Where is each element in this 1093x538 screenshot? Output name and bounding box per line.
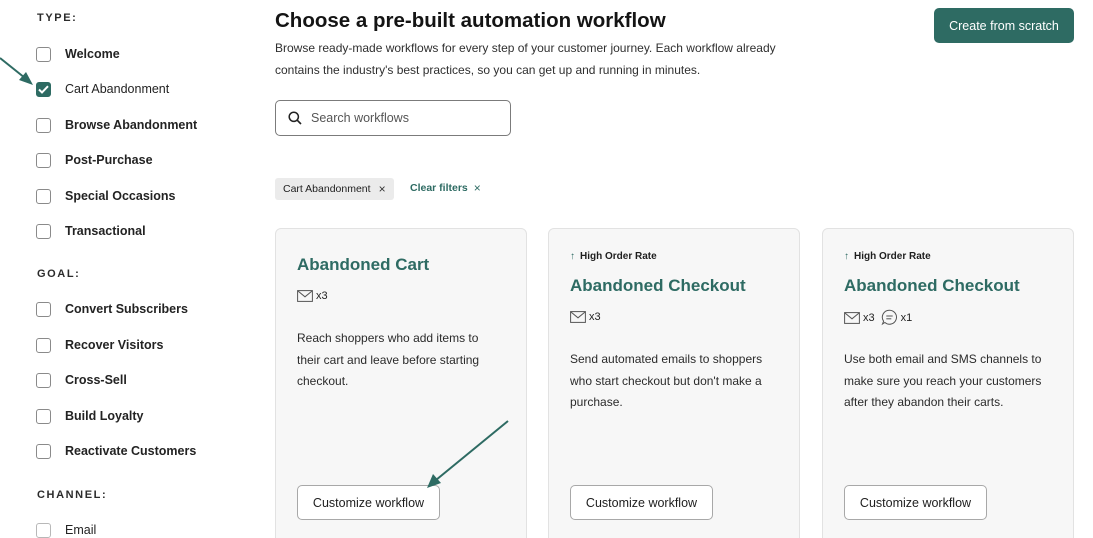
filter-label: Post-Purchase [65, 153, 153, 167]
channel-counts: x3 [570, 311, 607, 323]
filter-label: Transactional [65, 224, 146, 238]
search-icon [288, 111, 302, 125]
card-title: Abandoned Checkout [844, 276, 1020, 295]
sms-count: x1 [881, 309, 913, 326]
checkbox[interactable] [36, 188, 51, 204]
filter-convert-subscribers[interactable]: Convert Subscribers [36, 298, 188, 320]
checkbox[interactable] [36, 337, 51, 353]
channel-heading: CHANNEL: [37, 489, 108, 501]
chip-label: Cart Abandonment [283, 183, 371, 195]
page-title: Choose a pre-built automation workflow [275, 9, 666, 32]
search-box[interactable] [275, 100, 511, 136]
clear-filters-link[interactable]: Clear filters × [410, 181, 481, 195]
checkbox[interactable] [36, 301, 51, 317]
email-count: x3 [844, 312, 875, 324]
arrow-up-icon: ↑ [570, 251, 575, 262]
checkbox[interactable] [36, 443, 51, 459]
high-order-rate-badge: ↑ High Order Rate [570, 251, 657, 262]
checkbox[interactable] [36, 408, 51, 424]
arrow-up-icon: ↑ [844, 251, 849, 262]
clear-filters-label: Clear filters [410, 182, 468, 194]
workflow-card-abandoned-checkout: ↑ High Order Rate Abandoned Checkout x3 … [548, 228, 800, 538]
checkbox[interactable] [36, 372, 51, 388]
filter-recover-visitors[interactable]: Recover Visitors [36, 334, 163, 356]
customize-workflow-button[interactable]: Customize workflow [844, 485, 987, 520]
filter-label: Convert Subscribers [65, 302, 188, 316]
filter-email[interactable]: Email [36, 519, 96, 538]
filter-label: Cross-Sell [65, 373, 127, 387]
filter-label: Welcome [65, 47, 120, 61]
channel-counts: x3 [297, 290, 334, 302]
checkbox[interactable] [36, 46, 51, 62]
filter-build-loyalty[interactable]: Build Loyalty [36, 405, 143, 427]
card-description: Send automated emails to shoppers who st… [570, 352, 763, 409]
filter-post-purchase[interactable]: Post-Purchase [36, 149, 153, 171]
card-title: Abandoned Checkout [570, 276, 746, 295]
filter-browse-abandonment[interactable]: Browse Abandonment [36, 114, 197, 136]
card-title: Abandoned Cart [297, 255, 430, 274]
card-description: Use both email and SMS channels to make … [844, 352, 1042, 409]
filter-special-occasions[interactable]: Special Occasions [36, 185, 175, 207]
filter-label: Cart Abandonment [65, 82, 170, 96]
high-order-rate-badge: ↑ High Order Rate [844, 251, 931, 262]
type-heading: TYPE: [37, 12, 78, 24]
workflow-card-abandoned-checkout-sms: ↑ High Order Rate Abandoned Checkout x3 … [822, 228, 1074, 538]
badge-label: High Order Rate [854, 251, 931, 262]
email-count-label: x3 [863, 311, 875, 324]
email-icon [297, 290, 313, 302]
checkbox[interactable] [36, 152, 51, 168]
customize-workflow-button[interactable]: Customize workflow [570, 485, 713, 520]
create-from-scratch-button[interactable]: Create from scratch [934, 8, 1074, 43]
filter-welcome[interactable]: Welcome [36, 43, 120, 65]
check-icon [38, 85, 49, 94]
clear-filters-icon: × [473, 181, 481, 195]
filter-label: Special Occasions [65, 189, 176, 203]
email-icon [570, 311, 586, 323]
workflow-card-abandoned-cart: Abandoned Cart x3 Reach shoppers who add… [275, 228, 527, 538]
email-count-label: x3 [589, 311, 601, 323]
filter-cross-sell[interactable]: Cross-Sell [36, 369, 127, 391]
checkbox[interactable] [36, 522, 51, 538]
email-count-label: x3 [316, 290, 328, 302]
email-count: x3 [297, 290, 328, 302]
sms-count-label: x1 [900, 311, 913, 324]
filter-label: Reactivate Customers [65, 444, 197, 458]
email-count: x3 [570, 311, 601, 323]
active-filter-chip: Cart Abandonment × [275, 178, 394, 200]
channel-counts: x3 x1 [844, 309, 918, 326]
sms-icon [881, 309, 897, 326]
filter-transactional[interactable]: Transactional [36, 220, 146, 242]
customize-workflow-button[interactable]: Customize workflow [297, 485, 440, 520]
search-input[interactable] [311, 111, 501, 125]
email-icon [844, 311, 860, 324]
checkbox[interactable] [36, 117, 51, 133]
checkbox-checked[interactable] [36, 81, 51, 97]
badge-label: High Order Rate [580, 251, 657, 262]
filter-label: Browse Abandonment [65, 118, 198, 132]
filter-label: Recover Visitors [65, 338, 164, 352]
remove-chip-icon[interactable]: × [379, 182, 386, 196]
filter-label: Email [65, 523, 97, 537]
card-description: Reach shoppers who add items to their ca… [297, 331, 480, 388]
goal-heading: GOAL: [37, 268, 81, 280]
filter-reactivate-customers[interactable]: Reactivate Customers [36, 440, 196, 462]
checkbox[interactable] [36, 223, 51, 239]
page-description: Browse ready-made workflows for every st… [275, 41, 776, 77]
filter-sidebar: TYPE: Welcome Cart Abandonment Browse Ab… [0, 0, 240, 538]
filter-cart-abandonment[interactable]: Cart Abandonment [36, 78, 169, 100]
filter-label: Build Loyalty [65, 409, 144, 423]
